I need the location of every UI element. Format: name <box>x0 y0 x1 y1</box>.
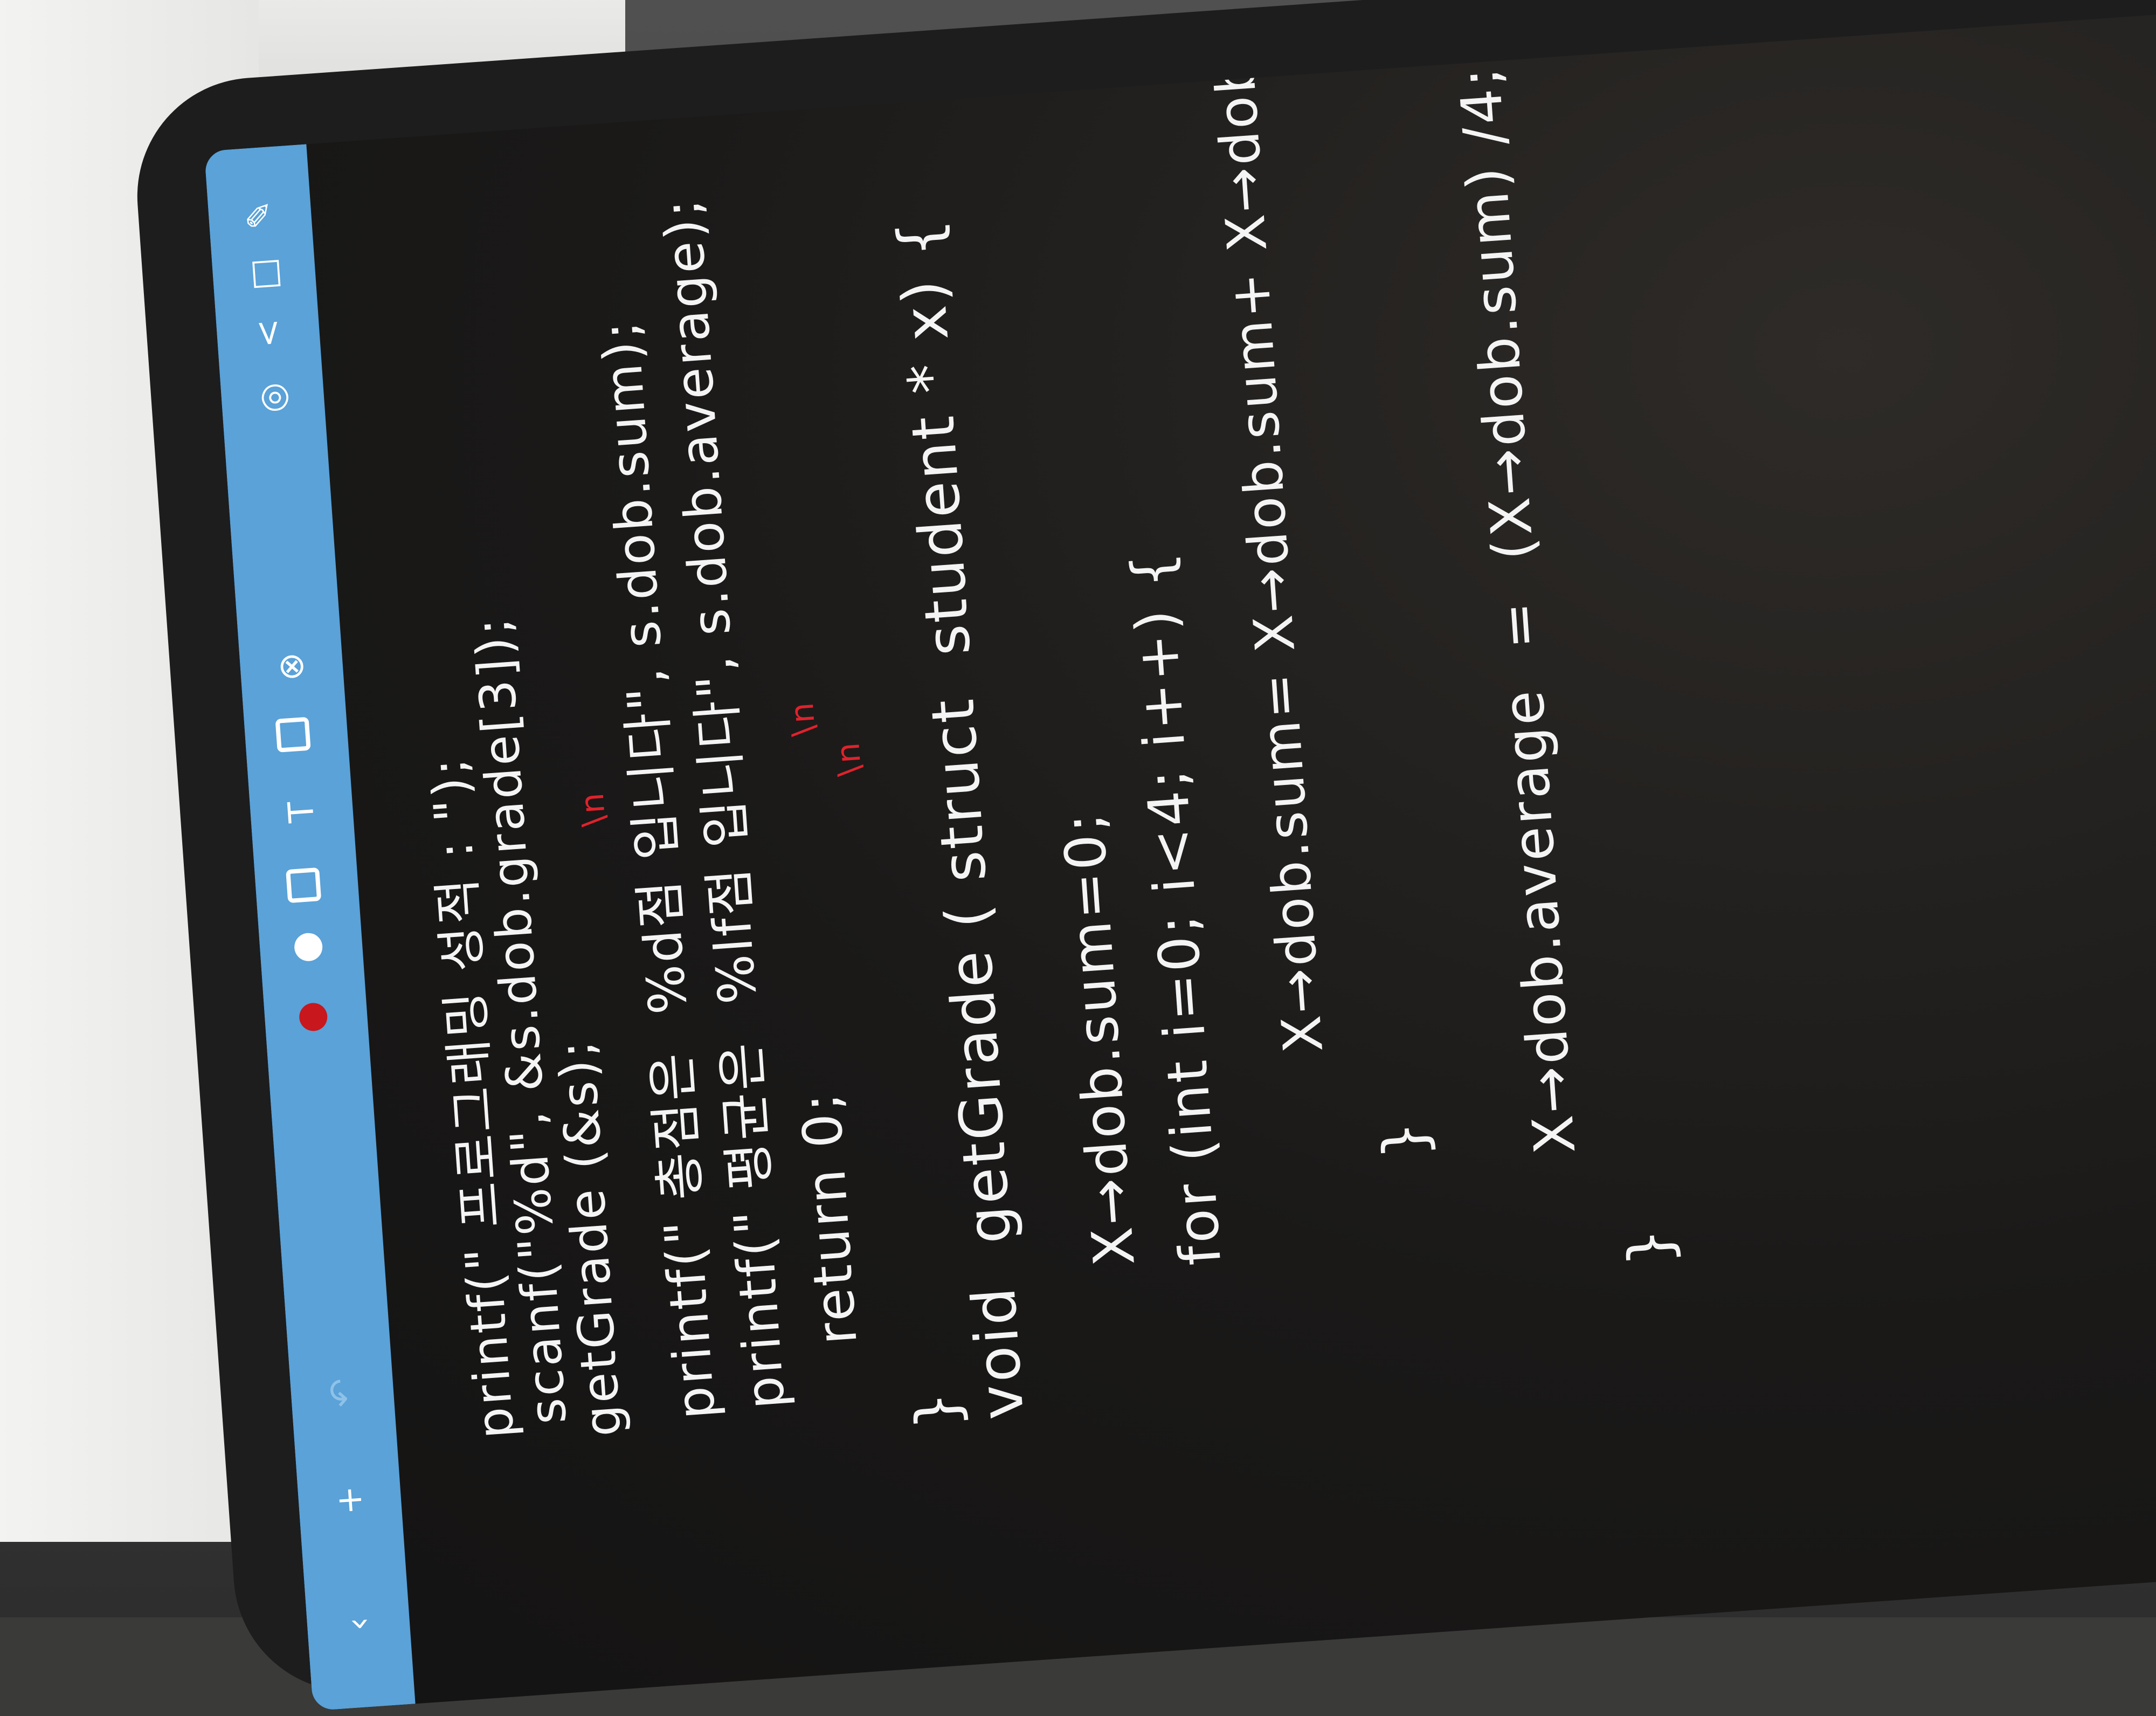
eraser-icon[interactable] <box>286 867 322 904</box>
note-brace: } <box>1614 1224 1686 1269</box>
note-line: X→dob.sum= X→dob.sum+ X→dob.grade[i <box>1187 0 1336 1055</box>
pen-icon[interactable] <box>293 932 323 962</box>
red-correction: \n <box>828 739 869 778</box>
share-icon[interactable]: □ <box>238 248 290 300</box>
undo-icon[interactable]: ↶ <box>316 1367 368 1418</box>
red-correction: \n <box>783 699 824 738</box>
tablet-screen: ‹ + ↶ T ⊗ ◎ < □ ✎ printf(" 프로그래밍 성적 : ")… <box>204 0 2156 1711</box>
note-line: X→dob.average = (X→dob.sum) /4; <box>1446 63 1588 1156</box>
shape-icon[interactable] <box>275 716 311 753</box>
tablet-device: ‹ + ↶ T ⊗ ◎ < □ ✎ printf(" 프로그래밍 성적 : ")… <box>129 0 2156 1711</box>
note-brace: } <box>1369 1117 1441 1162</box>
lasso-icon[interactable]: ⊗ <box>266 641 317 693</box>
add-page-icon[interactable]: + <box>324 1474 376 1526</box>
note-brace: } <box>901 1387 973 1432</box>
red-correction: \n <box>573 789 613 828</box>
note-line: void getGrade ( struct student * x) { <box>884 215 1038 1422</box>
bookmark-icon[interactable] <box>298 1002 329 1032</box>
text-icon[interactable]: T <box>276 786 328 838</box>
note-toolbar: ‹ + ↶ T ⊗ ◎ < □ ✎ <box>204 144 416 1711</box>
photo-scene: ‹ + ↶ T ⊗ ◎ < □ ✎ printf(" 프로그래밍 성적 : ")… <box>0 0 2156 1711</box>
note-line: return 0; <box>789 1089 869 1347</box>
image-icon[interactable]: ◎ <box>247 372 299 424</box>
back-chevron-icon[interactable]: ‹ <box>333 1598 384 1650</box>
note-line: X→dob.sum=0; <box>1050 809 1148 1269</box>
settings-icon[interactable]: ✎ <box>234 189 286 241</box>
pointer-icon[interactable]: < <box>243 307 294 359</box>
